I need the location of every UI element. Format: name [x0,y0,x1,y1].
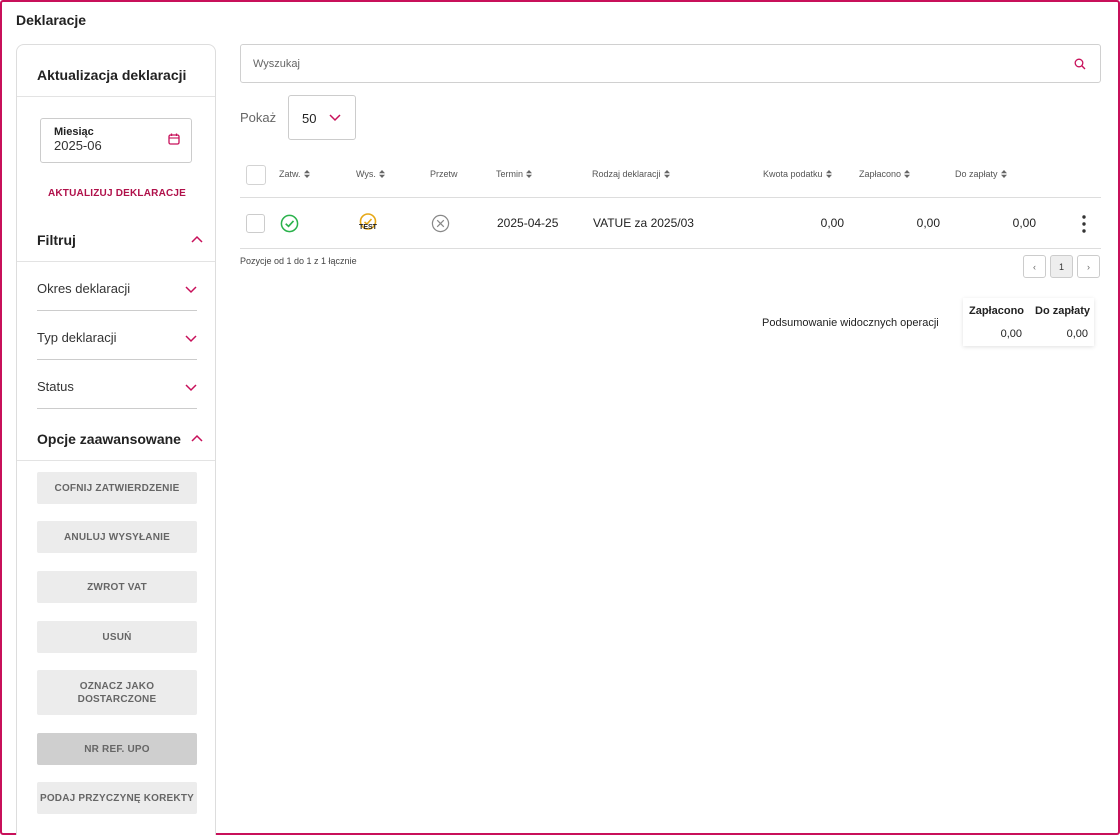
pagination-info: Pozycje od 1 do 1 z 1 łącznie [240,256,357,266]
filter-label: Status [37,379,74,394]
x-circle-icon [431,214,450,233]
summary-box: Zapłacono Do zapłaty 0,00 0,00 [963,298,1094,346]
column-header-wys[interactable]: Wys. [356,169,385,179]
prev-page-button[interactable]: ‹ [1023,255,1046,278]
column-header-zatw[interactable]: Zatw. [279,169,310,179]
sort-icon [378,170,385,178]
sidebar: Aktualizacja deklaracji Miesiąc 2025-06 … [16,44,216,835]
podaj-przyczyne-korekty-button[interactable]: PODAJ PRZYCZYNĘ KOREKTY [37,782,197,814]
filter-label: Typ deklaracji [37,330,117,345]
summary-value-do-zaplaty: 0,00 [1066,328,1088,340]
filter-status[interactable]: Status [37,379,197,409]
sort-icon [663,170,670,178]
page-size-label: Pokaż [240,110,277,125]
more-options-icon[interactable] [1079,214,1089,234]
search-field[interactable]: Wyszukaj [240,44,1101,83]
check-circle-icon [280,214,299,233]
column-header-termin[interactable]: Termin [496,169,533,179]
select-all-checkbox[interactable] [246,165,266,185]
page-size-value: 50 [302,111,317,126]
chevron-down-icon [185,384,197,392]
filter-label: Okres deklaracji [37,281,131,296]
column-header-zaplacono[interactable]: Zapłacono [859,169,911,179]
page-size-select[interactable]: 50 [288,95,356,140]
chevron-down-icon [185,335,197,343]
zwrot-vat-button[interactable]: ZWROT VAT [37,571,197,603]
month-picker[interactable]: Miesiąc 2025-06 [40,118,192,163]
nr-ref-upo-button[interactable]: NR REF. UPO [37,733,197,765]
update-declarations-button[interactable]: AKTUALIZUJ DEKLARACJE [17,188,217,199]
chevron-down-icon [329,114,341,122]
cofnij-zatwierdzenie-button[interactable]: COFNIJ ZATWIERDZENIE [37,472,197,504]
advanced-title: Opcje zaawansowane [37,431,181,447]
cell-zaplacono: 0,00 [916,216,940,230]
test-badge: TEST [359,224,377,231]
column-header-do-zaplaty[interactable]: Do zapłaty [955,169,1007,179]
filter-title: Filtruj [37,232,76,248]
chevron-up-icon [191,235,203,243]
cell-rodzaj: VATUE za 2025/03 [593,216,694,230]
oznacz-jako-dostarczone-button[interactable]: OZNACZ JAKO DOSTARCZONE [37,670,197,715]
update-section-title: Aktualizacja deklaracji [17,45,215,97]
search-input[interactable]: Wyszukaj [253,58,300,70]
cell-termin: 2025-04-25 [497,216,559,230]
anuluj-wysylanie-button[interactable]: ANULUJ WYSYŁANIE [37,521,197,553]
summary-header-zaplacono: Zapłacono [969,305,1025,317]
column-header-kwota[interactable]: Kwota podatku [763,169,832,179]
header-divider [240,197,1101,198]
chevron-up-icon [191,434,203,442]
filter-typ-deklaracji[interactable]: Typ deklaracji [37,330,197,360]
search-icon[interactable] [1074,58,1086,70]
sort-icon [303,170,310,178]
row-divider [240,248,1101,249]
advanced-section-toggle[interactable]: Opcje zaawansowane [17,431,215,461]
next-page-button[interactable]: › [1077,255,1100,278]
sort-icon [1000,170,1007,178]
row-checkbox[interactable] [246,214,265,233]
usun-button[interactable]: USUŃ [37,621,197,653]
page-1-button[interactable]: 1 [1050,255,1073,278]
summary-value-zaplacono: 0,00 [1000,328,1022,340]
chevron-down-icon [185,286,197,294]
filter-section-toggle[interactable]: Filtruj [17,232,215,262]
column-header-rodzaj[interactable]: Rodzaj deklaracji [592,169,670,179]
sort-icon [904,170,911,178]
sort-icon [825,170,832,178]
cell-kwota: 0,00 [820,216,844,230]
sort-icon [526,170,533,178]
summary-label: Podsumowanie widocznych operacji [762,317,939,329]
test-status-icon: TEST [357,213,379,235]
summary-header-do-zaplaty: Do zapłaty [1035,305,1091,317]
filter-okres-deklaracji[interactable]: Okres deklaracji [37,281,197,311]
column-header-przetw: Przetw [430,169,458,179]
page-title: Deklaracje [16,12,87,28]
calendar-icon[interactable] [168,133,180,145]
cell-do-zaplaty: 0,00 [1012,216,1036,230]
